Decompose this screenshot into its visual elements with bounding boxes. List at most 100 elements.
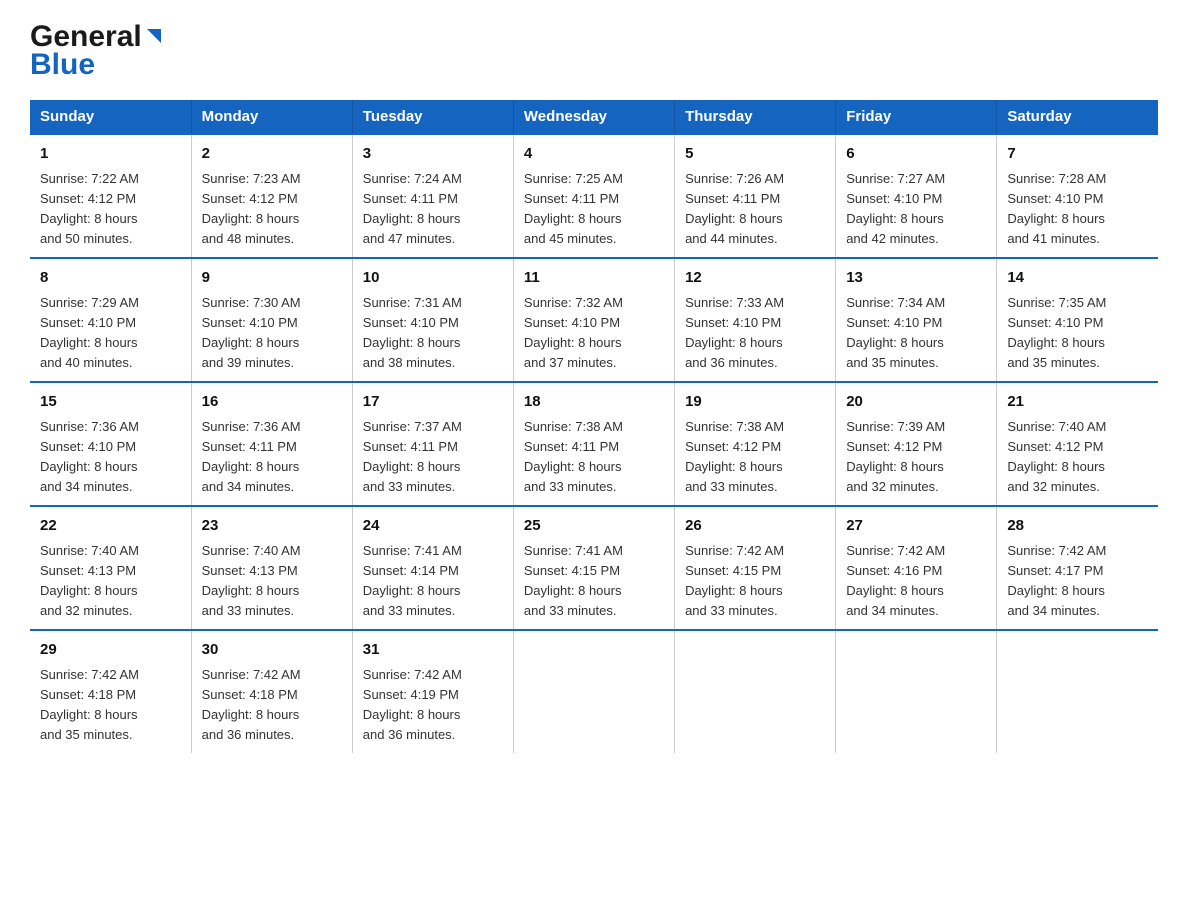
- day-info: Sunrise: 7:25 AMSunset: 4:11 PMDaylight:…: [524, 169, 664, 250]
- day-info: Sunrise: 7:22 AMSunset: 4:12 PMDaylight:…: [40, 169, 181, 250]
- day-number: 4: [524, 143, 664, 166]
- header-monday: Monday: [191, 100, 352, 134]
- calendar-cell: [997, 630, 1158, 753]
- day-info: Sunrise: 7:42 AMSunset: 4:18 PMDaylight:…: [40, 665, 181, 746]
- day-info: Sunrise: 7:37 AMSunset: 4:11 PMDaylight:…: [363, 417, 503, 498]
- day-info: Sunrise: 7:29 AMSunset: 4:10 PMDaylight:…: [40, 293, 181, 374]
- calendar-cell: 14 Sunrise: 7:35 AMSunset: 4:10 PMDayligh…: [997, 258, 1158, 382]
- day-number: 10: [363, 267, 503, 290]
- header-thursday: Thursday: [675, 100, 836, 134]
- calendar-cell: 23Sunrise: 7:40 AMSunset: 4:13 PMDayligh…: [191, 506, 352, 630]
- header-friday: Friday: [836, 100, 997, 134]
- calendar-cell: 6 Sunrise: 7:27 AMSunset: 4:10 PMDaylight…: [836, 134, 997, 258]
- logo: General Blue: [30, 20, 165, 82]
- day-number: 12: [685, 267, 825, 290]
- calendar-cell: 16 Sunrise: 7:36 AMSunset: 4:11 PMDayligh…: [191, 382, 352, 506]
- day-info: Sunrise: 7:28 AMSunset: 4:10 PMDaylight:…: [1007, 169, 1148, 250]
- calendar-cell: 15 Sunrise: 7:36 AMSunset: 4:10 PMDayligh…: [30, 382, 191, 506]
- calendar-cell: 10 Sunrise: 7:31 AMSunset: 4:10 PMDayligh…: [352, 258, 513, 382]
- calendar-table: SundayMondayTuesdayWednesdayThursdayFrid…: [30, 100, 1158, 753]
- calendar-cell: 30Sunrise: 7:42 AMSunset: 4:18 PMDayligh…: [191, 630, 352, 753]
- calendar-cell: 26Sunrise: 7:42 AMSunset: 4:15 PMDayligh…: [675, 506, 836, 630]
- calendar-cell: 2Sunrise: 7:23 AMSunset: 4:12 PMDaylight…: [191, 134, 352, 258]
- day-number: 20: [846, 391, 986, 414]
- day-number: 8: [40, 267, 181, 290]
- day-number: 11: [524, 267, 664, 290]
- day-number: 15: [40, 391, 181, 414]
- day-info: Sunrise: 7:27 AMSunset: 4:10 PMDaylight:…: [846, 169, 986, 250]
- day-info: Sunrise: 7:24 AMSunset: 4:11 PMDaylight:…: [363, 169, 503, 250]
- calendar-cell: 28Sunrise: 7:42 AMSunset: 4:17 PMDayligh…: [997, 506, 1158, 630]
- day-number: 3: [363, 143, 503, 166]
- calendar-week-row: 22 Sunrise: 7:40 AMSunset: 4:13 PMDayligh…: [30, 506, 1158, 630]
- logo-blue: Blue: [30, 48, 95, 82]
- calendar-cell: 11 Sunrise: 7:32 AMSunset: 4:10 PMDayligh…: [513, 258, 674, 382]
- header-saturday: Saturday: [997, 100, 1158, 134]
- calendar-cell: 8 Sunrise: 7:29 AMSunset: 4:10 PMDaylight…: [30, 258, 191, 382]
- calendar-week-row: 1 Sunrise: 7:22 AMSunset: 4:12 PMDaylight…: [30, 134, 1158, 258]
- calendar-cell: 3 Sunrise: 7:24 AMSunset: 4:11 PMDaylight…: [352, 134, 513, 258]
- day-number: 16: [202, 391, 342, 414]
- calendar-cell: 1 Sunrise: 7:22 AMSunset: 4:12 PMDaylight…: [30, 134, 191, 258]
- day-info: Sunrise: 7:38 AMSunset: 4:12 PMDaylight:…: [685, 417, 825, 498]
- day-number: 7: [1007, 143, 1148, 166]
- day-number: 1: [40, 143, 181, 166]
- day-number: 25: [524, 515, 664, 538]
- calendar-cell: 27 Sunrise: 7:42 AMSunset: 4:16 PMDayligh…: [836, 506, 997, 630]
- day-number: 5: [685, 143, 825, 166]
- calendar-cell: 4 Sunrise: 7:25 AMSunset: 4:11 PMDaylight…: [513, 134, 674, 258]
- calendar-cell: 22 Sunrise: 7:40 AMSunset: 4:13 PMDayligh…: [30, 506, 191, 630]
- day-info: Sunrise: 7:36 AMSunset: 4:11 PMDaylight:…: [202, 417, 342, 498]
- day-info: Sunrise: 7:38 AMSunset: 4:11 PMDaylight:…: [524, 417, 664, 498]
- day-number: 18: [524, 391, 664, 414]
- calendar-cell: 7 Sunrise: 7:28 AMSunset: 4:10 PMDaylight…: [997, 134, 1158, 258]
- calendar-week-row: 15 Sunrise: 7:36 AMSunset: 4:10 PMDayligh…: [30, 382, 1158, 506]
- calendar-cell: 5 Sunrise: 7:26 AMSunset: 4:11 PMDaylight…: [675, 134, 836, 258]
- day-info: Sunrise: 7:41 AMSunset: 4:15 PMDaylight:…: [524, 541, 664, 622]
- day-info: Sunrise: 7:33 AMSunset: 4:10 PMDaylight:…: [685, 293, 825, 374]
- calendar-cell: 12 Sunrise: 7:33 AMSunset: 4:10 PMDayligh…: [675, 258, 836, 382]
- day-info: Sunrise: 7:36 AMSunset: 4:10 PMDaylight:…: [40, 417, 181, 498]
- header-wednesday: Wednesday: [513, 100, 674, 134]
- header-tuesday: Tuesday: [352, 100, 513, 134]
- day-number: 31: [363, 639, 503, 662]
- calendar-week-row: 8 Sunrise: 7:29 AMSunset: 4:10 PMDaylight…: [30, 258, 1158, 382]
- calendar-cell: 24Sunrise: 7:41 AMSunset: 4:14 PMDayligh…: [352, 506, 513, 630]
- page-header: General Blue: [30, 20, 1158, 82]
- day-info: Sunrise: 7:39 AMSunset: 4:12 PMDaylight:…: [846, 417, 986, 498]
- calendar-cell: 25 Sunrise: 7:41 AMSunset: 4:15 PMDayligh…: [513, 506, 674, 630]
- day-info: Sunrise: 7:30 AMSunset: 4:10 PMDaylight:…: [202, 293, 342, 374]
- calendar-cell: [836, 630, 997, 753]
- calendar-cell: 20 Sunrise: 7:39 AMSunset: 4:12 PMDayligh…: [836, 382, 997, 506]
- day-info: Sunrise: 7:34 AMSunset: 4:10 PMDaylight:…: [846, 293, 986, 374]
- calendar-cell: 19 Sunrise: 7:38 AMSunset: 4:12 PMDayligh…: [675, 382, 836, 506]
- calendar-cell: 31Sunrise: 7:42 AMSunset: 4:19 PMDayligh…: [352, 630, 513, 753]
- day-number: 29: [40, 639, 181, 662]
- day-number: 27: [846, 515, 986, 538]
- day-info: Sunrise: 7:31 AMSunset: 4:10 PMDaylight:…: [363, 293, 503, 374]
- day-number: 24: [363, 515, 503, 538]
- day-info: Sunrise: 7:35 AMSunset: 4:10 PMDaylight:…: [1007, 293, 1148, 374]
- day-number: 2: [202, 143, 342, 166]
- calendar-cell: [513, 630, 674, 753]
- day-info: Sunrise: 7:42 AMSunset: 4:16 PMDaylight:…: [846, 541, 986, 622]
- day-info: Sunrise: 7:26 AMSunset: 4:11 PMDaylight:…: [685, 169, 825, 250]
- day-number: 6: [846, 143, 986, 166]
- calendar-week-row: 29 Sunrise: 7:42 AMSunset: 4:18 PMDayligh…: [30, 630, 1158, 753]
- day-number: 23: [202, 515, 342, 538]
- day-info: Sunrise: 7:40 AMSunset: 4:12 PMDaylight:…: [1007, 417, 1148, 498]
- day-number: 22: [40, 515, 181, 538]
- logo-triangle-icon: [143, 25, 165, 47]
- day-number: 14: [1007, 267, 1148, 290]
- calendar-cell: 17Sunrise: 7:37 AMSunset: 4:11 PMDayligh…: [352, 382, 513, 506]
- day-number: 21: [1007, 391, 1148, 414]
- day-number: 19: [685, 391, 825, 414]
- day-info: Sunrise: 7:40 AMSunset: 4:13 PMDaylight:…: [40, 541, 181, 622]
- day-info: Sunrise: 7:32 AMSunset: 4:10 PMDaylight:…: [524, 293, 664, 374]
- calendar-cell: 18 Sunrise: 7:38 AMSunset: 4:11 PMDayligh…: [513, 382, 674, 506]
- header-sunday: Sunday: [30, 100, 191, 134]
- calendar-cell: 21 Sunrise: 7:40 AMSunset: 4:12 PMDayligh…: [997, 382, 1158, 506]
- day-number: 9: [202, 267, 342, 290]
- calendar-cell: [675, 630, 836, 753]
- calendar-cell: 9 Sunrise: 7:30 AMSunset: 4:10 PMDaylight…: [191, 258, 352, 382]
